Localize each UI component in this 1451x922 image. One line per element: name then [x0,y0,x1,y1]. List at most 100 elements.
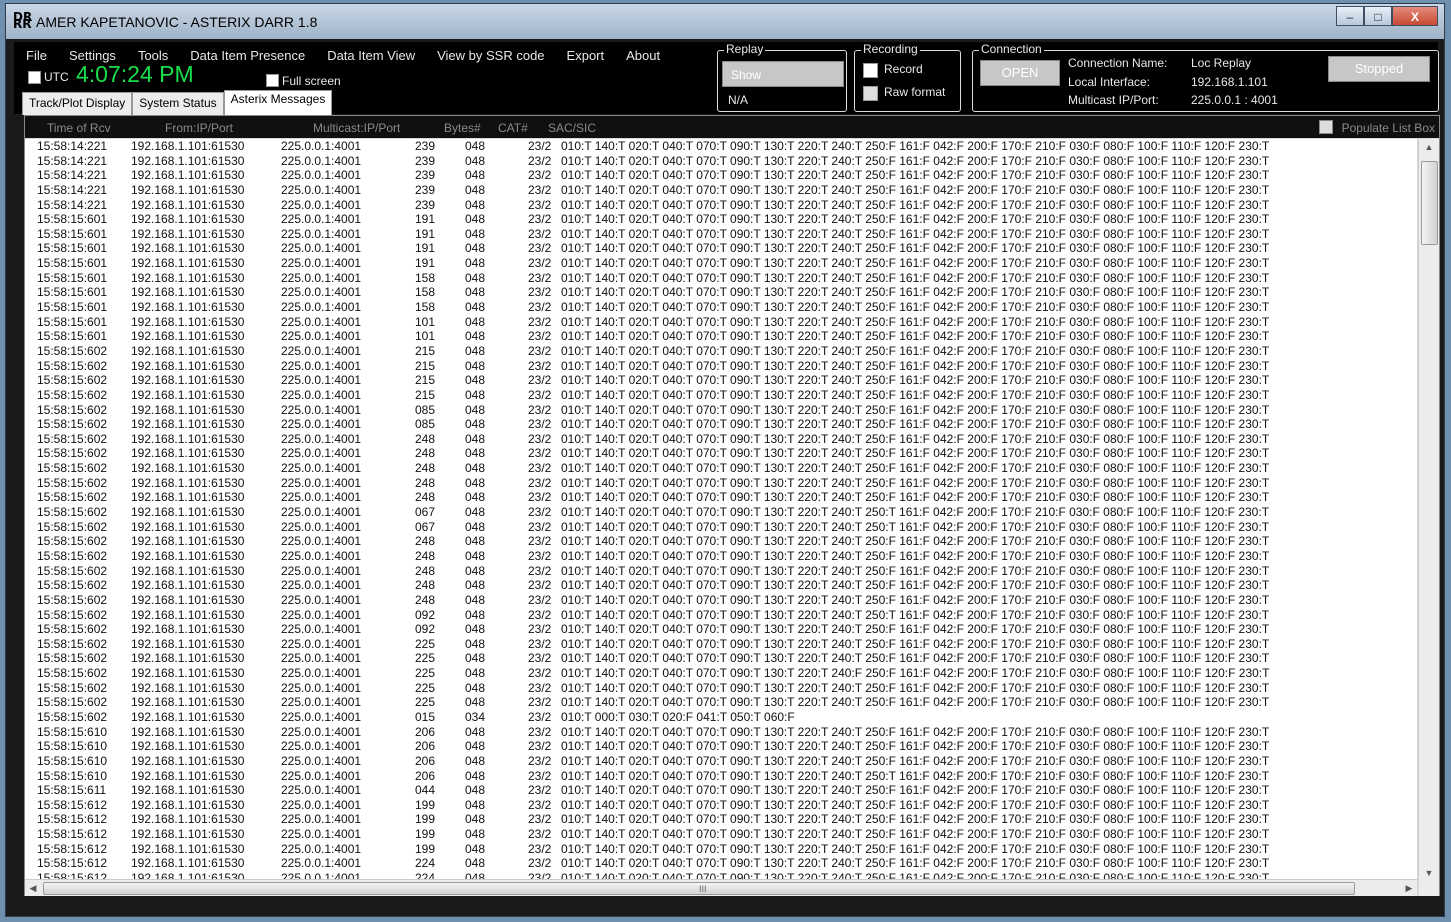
raw-format-checkbox[interactable] [863,86,878,101]
list-item[interactable]: 15:58:15:602 192.168.1.101:61530 225.0.0.1… [25,490,1417,505]
horizontal-scroll-thumb[interactable]: III [43,882,1355,895]
list-item[interactable]: 15:58:15:602 192.168.1.101:61530 225.0.0.1… [25,608,1417,623]
title-bar[interactable]: DR RR AMER KAPETANOVIC - ASTERIX DARR 1.8… [6,4,1444,39]
list-item[interactable]: 15:58:15:602 192.168.1.101:61530 225.0.0.1… [25,432,1417,447]
list-item[interactable]: 15:58:15:602 192.168.1.101:61530 225.0.0.1… [25,578,1417,593]
menu-data-item-view[interactable]: Data Item View [327,48,415,63]
open-connection-button[interactable]: OPEN [980,60,1060,86]
menu-view-by-ssr-code[interactable]: View by SSR code [437,48,544,63]
scroll-down-arrow-icon[interactable]: ▼ [1419,865,1439,881]
list-item[interactable]: 15:58:15:611 192.168.1.101:61530 225.0.0.1… [25,783,1417,798]
list-item[interactable]: 15:58:14:221 192.168.1.101:61530 225.0.0.1… [25,154,1417,169]
list-item[interactable]: 15:58:15:602 192.168.1.101:61530 225.0.0.1… [25,666,1417,681]
list-item[interactable]: 15:58:15:602 192.168.1.101:61530 225.0.0.1… [25,388,1417,403]
list-item[interactable]: 15:58:15:602 192.168.1.101:61530 225.0.0.1… [25,622,1417,637]
message-list[interactable]: 15:58:14:221 192.168.1.101:61530 225.0.0.1… [25,139,1417,881]
list-item[interactable]: 15:58:15:601 192.168.1.101:61530 225.0.0.1… [25,329,1417,344]
replay-show-button[interactable]: Show [722,61,844,87]
list-item[interactable]: 15:58:15:612 192.168.1.101:61530 225.0.0.1… [25,827,1417,842]
list-item[interactable]: 15:58:14:221 192.168.1.101:61530 225.0.0.1… [25,183,1417,198]
record-checkbox[interactable] [863,63,878,78]
row-bytes: 085 [415,417,436,432]
list-item[interactable]: 15:58:14:221 192.168.1.101:61530 225.0.0.1… [25,168,1417,183]
row-time: 15:58:15:602 [37,343,108,358]
list-item[interactable]: 15:58:15:602 192.168.1.101:61530 225.0.0.1… [25,403,1417,418]
list-item[interactable]: 15:58:15:610 192.168.1.101:61530 225.0.0.1… [25,769,1417,784]
list-item[interactable]: 15:58:15:602 192.168.1.101:61530 225.0.0.1… [25,534,1417,549]
row-bytes: 206 [415,739,436,754]
list-item[interactable]: 15:58:15:602 192.168.1.101:61530 225.0.0.1… [25,520,1417,535]
list-item[interactable]: 15:58:15:602 192.168.1.101:61530 225.0.0.1… [25,344,1417,359]
list-item[interactable]: 15:58:15:610 192.168.1.101:61530 225.0.0.1… [25,725,1417,740]
list-item[interactable]: 15:58:15:602 192.168.1.101:61530 225.0.0.1… [25,461,1417,476]
row-time: 15:58:15:602 [37,592,108,607]
row-sac-sic: 23/2 [528,387,552,402]
list-item[interactable]: 15:58:15:602 192.168.1.101:61530 225.0.0.1… [25,710,1417,725]
list-item[interactable]: 15:58:15:602 192.168.1.101:61530 225.0.0.1… [25,651,1417,666]
tab-track-plot-display[interactable]: Track/Plot Display [22,92,133,115]
list-item[interactable]: 15:58:15:602 192.168.1.101:61530 225.0.0.1… [25,359,1417,374]
menu-export[interactable]: Export [567,48,605,63]
utc-checkbox[interactable] [28,71,41,84]
list-item[interactable]: 15:58:15:601 192.168.1.101:61530 225.0.0.1… [25,256,1417,271]
list-item[interactable]: 15:58:15:612 192.168.1.101:61530 225.0.0.1… [25,842,1417,857]
list-item[interactable]: 15:58:15:601 192.168.1.101:61530 225.0.0.1… [25,241,1417,256]
list-item[interactable]: 15:58:15:610 192.168.1.101:61530 225.0.0.1… [25,739,1417,754]
row-multicast: 225.0.0.1:4001 [281,724,362,739]
stopped-button[interactable]: Stopped [1328,56,1430,82]
list-item[interactable]: 15:58:14:221 192.168.1.101:61530 225.0.0.1… [25,198,1417,213]
row-data-items: 010:T 140:T 020:T 040:T 070:T 090:T 130:… [561,666,1270,681]
list-item[interactable]: 15:58:15:602 192.168.1.101:61530 225.0.0.1… [25,549,1417,564]
menu-about[interactable]: About [626,48,660,63]
close-button[interactable]: X [1392,6,1438,26]
list-item[interactable]: 15:58:15:601 192.168.1.101:61530 225.0.0.1… [25,212,1417,227]
vertical-scrollbar[interactable]: ▲ ▼ [1418,139,1439,881]
row-sac-sic: 23/2 [528,636,552,651]
fullscreen-checkbox[interactable] [266,74,279,87]
list-item[interactable]: 15:58:15:602 192.168.1.101:61530 225.0.0.1… [25,695,1417,710]
list-item[interactable]: 15:58:15:602 192.168.1.101:61530 225.0.0.1… [25,446,1417,461]
list-item[interactable]: 15:58:15:602 192.168.1.101:61530 225.0.0.1… [25,564,1417,579]
scroll-left-arrow-icon[interactable]: ◀ [25,880,41,896]
row-multicast: 225.0.0.1:4001 [281,695,362,710]
row-sac-sic: 23/2 [528,182,552,197]
list-item[interactable]: 15:58:15:601 192.168.1.101:61530 225.0.0.1… [25,271,1417,286]
minimize-button[interactable]: – [1336,6,1364,26]
row-sac-sic: 23/2 [528,168,552,183]
list-item[interactable]: 15:58:15:602 192.168.1.101:61530 225.0.0.1… [25,505,1417,520]
row-data-items: 010:T 140:T 020:T 040:T 070:T 090:T 130:… [561,241,1270,256]
list-item[interactable]: 15:58:15:601 192.168.1.101:61530 225.0.0.1… [25,315,1417,330]
list-item[interactable]: 15:58:15:601 192.168.1.101:61530 225.0.0.1… [25,285,1417,300]
menu-data-item-presence[interactable]: Data Item Presence [190,48,305,63]
maximize-button[interactable]: □ [1364,6,1392,26]
list-item[interactable]: 15:58:15:612 192.168.1.101:61530 225.0.0.1… [25,812,1417,827]
list-item[interactable]: 15:58:15:602 192.168.1.101:61530 225.0.0.1… [25,373,1417,388]
tab-system-status[interactable]: System Status [132,92,224,115]
list-item[interactable]: 15:58:15:602 192.168.1.101:61530 225.0.0.1… [25,593,1417,608]
row-time: 15:58:15:602 [37,387,108,402]
row-sac-sic: 23/2 [528,300,552,315]
recording-group: Recording Record Raw format [854,42,961,112]
list-item[interactable]: 15:58:15:602 192.168.1.101:61530 225.0.0.1… [25,476,1417,491]
list-item[interactable]: 15:58:15:610 192.168.1.101:61530 225.0.0.1… [25,754,1417,769]
tab-asterix-messages[interactable]: Asterix Messages [223,90,333,115]
list-item[interactable]: 15:58:15:602 192.168.1.101:61530 225.0.0.1… [25,417,1417,432]
scroll-up-arrow-icon[interactable]: ▲ [1419,139,1439,155]
list-item[interactable]: 15:58:15:601 192.168.1.101:61530 225.0.0.1… [25,227,1417,242]
menu-file[interactable]: File [26,48,47,63]
list-item[interactable]: 15:58:15:612 192.168.1.101:61530 225.0.0.1… [25,798,1417,813]
row-time: 15:58:15:601 [37,241,108,256]
list-item[interactable]: 15:58:14:221 192.168.1.101:61530 225.0.0.1… [25,139,1417,154]
vertical-scroll-thumb[interactable] [1421,161,1438,245]
scroll-right-arrow-icon[interactable]: ▶ [1401,880,1417,896]
horizontal-scrollbar[interactable]: ◀ III ▶ [25,879,1417,896]
populate-list-checkbox[interactable] [1319,120,1333,134]
list-item[interactable]: 15:58:15:601 192.168.1.101:61530 225.0.0.1… [25,300,1417,315]
list-item[interactable]: 15:58:15:602 192.168.1.101:61530 225.0.0.1… [25,637,1417,652]
list-item[interactable]: 15:58:15:612 192.168.1.101:61530 225.0.0.1… [25,856,1417,871]
row-sac-sic: 23/2 [528,446,552,461]
row-bytes: 215 [415,373,436,388]
row-bytes: 225 [415,695,436,710]
list-item[interactable]: 15:58:15:602 192.168.1.101:61530 225.0.0.1… [25,681,1417,696]
row-time: 15:58:15:602 [37,563,108,578]
